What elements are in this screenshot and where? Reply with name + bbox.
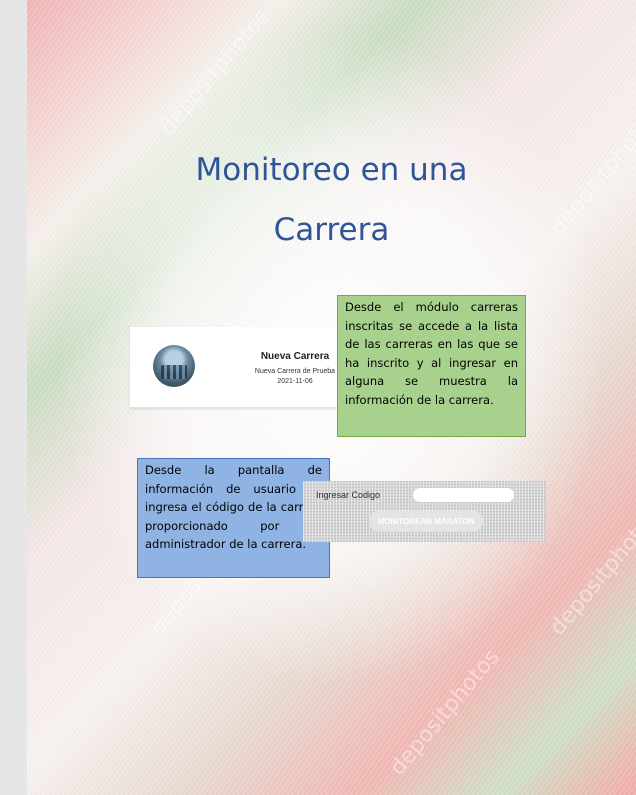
page-title: Monitoreo en una Carrera	[27, 140, 636, 260]
document-page: depositphotos depositphotos depositphoto…	[27, 0, 636, 795]
watermark: depositphotos	[385, 644, 505, 781]
monitor-button[interactable]: MONITOREAR MARATON	[369, 510, 483, 532]
code-input[interactable]	[413, 488, 514, 502]
title-line-2: Carrera	[273, 212, 390, 248]
code-form: Ingresar Codigo MONITOREAR MARATON	[303, 481, 546, 542]
watermark: depositphotos	[155, 4, 275, 141]
watermark: depositphotos	[545, 504, 636, 641]
race-avatar	[153, 345, 195, 387]
green-note: Desde el módulo carreras inscritas se ac…	[337, 295, 526, 437]
blue-note: Desde la pantalla de información de usua…	[137, 458, 330, 578]
code-label: Ingresar Codigo	[316, 490, 381, 500]
title-line-1: Monitoreo en una	[195, 152, 468, 188]
race-card[interactable]: Nueva Carrera Nueva Carrera de Prueba 20…	[130, 327, 362, 408]
